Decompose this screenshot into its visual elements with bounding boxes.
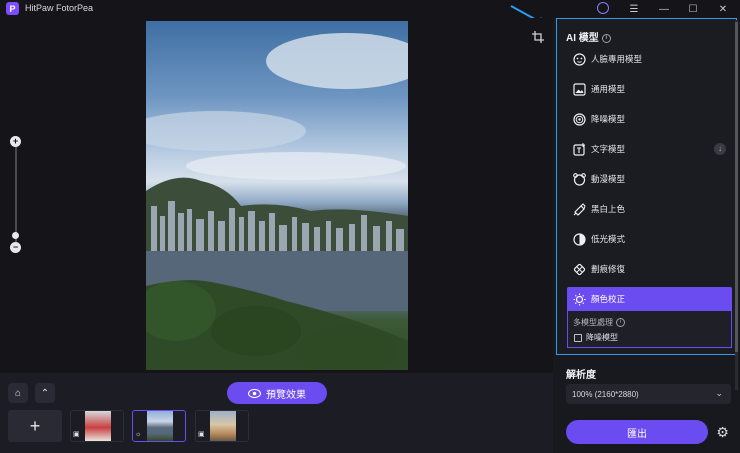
scratch-icon — [572, 262, 586, 276]
color-correct-icon — [572, 292, 586, 306]
zoom-out-button[interactable]: − — [10, 242, 21, 253]
preview-button[interactable]: 預覽效果 — [227, 382, 327, 404]
add-image-button[interactable]: + — [8, 410, 62, 442]
model-lowlight[interactable]: 低光模式 — [567, 227, 732, 251]
colorize-icon — [572, 202, 586, 216]
lowlight-icon — [572, 232, 586, 246]
eye-icon — [248, 388, 261, 398]
zoom-slider-handle[interactable] — [12, 232, 19, 239]
zoom-slider-track[interactable] — [15, 145, 17, 245]
photo-image — [146, 33, 408, 370]
sun-icon: ☼ — [135, 431, 142, 438]
model-label: 動漫模型 — [591, 174, 626, 184]
info-icon[interactable]: i — [616, 318, 625, 328]
download-icon[interactable]: ↓ — [714, 143, 726, 155]
resolution-title: 解析度 — [566, 370, 596, 381]
anime-icon — [572, 172, 586, 186]
model-label: 黑白上色 — [591, 204, 626, 214]
preview-label: 預覽效果 — [266, 389, 306, 401]
model-label: 劃痕修復 — [591, 264, 626, 274]
multi-model-title: 多模型處理 i — [573, 317, 625, 328]
close-button[interactable]: ✕ — [716, 2, 730, 16]
account-icon[interactable] — [597, 2, 609, 14]
image-icon — [572, 82, 586, 96]
thumbnail-image — [147, 411, 173, 441]
main-photo — [146, 21, 408, 370]
gear-icon[interactable]: ⚙ — [715, 425, 730, 440]
model-denoise[interactable]: 降噪模型 — [567, 107, 732, 131]
model-text[interactable]: 文字模型 — [567, 137, 732, 161]
model-label: 顏色校正 — [591, 294, 626, 304]
maximize-button[interactable]: ☐ — [686, 2, 700, 16]
checkbox-label: 降噪模型 — [586, 333, 618, 342]
collapse-button[interactable]: ⌃ — [35, 383, 55, 403]
model-label: 文字模型 — [591, 144, 626, 154]
model-face[interactable]: 人臉專用模型 — [567, 47, 732, 71]
home-button[interactable]: ⌂ — [8, 383, 28, 403]
chevron-up-icon: ⌃ — [40, 387, 50, 399]
minimize-button[interactable]: — — [657, 2, 671, 16]
app-logo: P — [6, 2, 19, 15]
model-label: 通用模型 — [591, 84, 626, 94]
thumbnail-image — [210, 411, 236, 441]
image-icon: ▣ — [73, 431, 80, 438]
model-label: 降噪模型 — [591, 114, 626, 124]
export-button[interactable]: 匯出 — [566, 420, 708, 444]
model-label: 人臉專用模型 — [591, 54, 643, 64]
denoise-checkbox-row[interactable]: 降噪模型 — [574, 332, 618, 343]
model-anime[interactable]: 動漫模型 — [567, 167, 732, 191]
resolution-select[interactable]: 100% (2160*2880) ⌄ — [566, 384, 731, 404]
model-colorize[interactable]: 黑白上色 — [567, 197, 732, 221]
chevron-down-icon: ⌄ — [715, 388, 723, 398]
ai-models-title: AI 模型 i — [566, 29, 611, 44]
noise-icon — [572, 112, 586, 126]
model-color-correction[interactable]: 顏色校正 — [567, 287, 732, 311]
zoom-in-button[interactable]: + — [10, 136, 21, 147]
face-icon — [572, 52, 586, 66]
multi-model-panel: 多模型處理 i 降噪模型 — [567, 311, 732, 348]
title-bar: P HitPaw FotorPea ☰ — ☐ ✕ — [0, 0, 740, 18]
text-icon — [572, 142, 586, 156]
checkbox[interactable] — [574, 333, 582, 342]
thumbnail-image — [85, 411, 111, 441]
panel-scrollbar-thumb[interactable] — [735, 22, 738, 352]
model-label: 低光模式 — [591, 234, 626, 244]
model-general[interactable]: 通用模型 — [567, 77, 732, 101]
menu-button[interactable]: ☰ — [627, 2, 641, 16]
crop-icon[interactable] — [532, 31, 544, 43]
thumbnail-3[interactable]: ▣ — [195, 410, 249, 442]
app-title: HitPaw FotorPea — [25, 3, 94, 13]
thumbnail-2[interactable]: ☼ — [132, 410, 186, 442]
thumbnail-1[interactable]: ▣ — [70, 410, 124, 442]
home-icon: ⌂ — [14, 387, 22, 399]
resolution-value: 100% (2160*2880) — [572, 389, 639, 399]
info-icon[interactable]: i — [601, 33, 611, 43]
image-icon: ▣ — [198, 431, 205, 438]
model-scratch-repair[interactable]: 劃痕修復 — [567, 257, 732, 281]
